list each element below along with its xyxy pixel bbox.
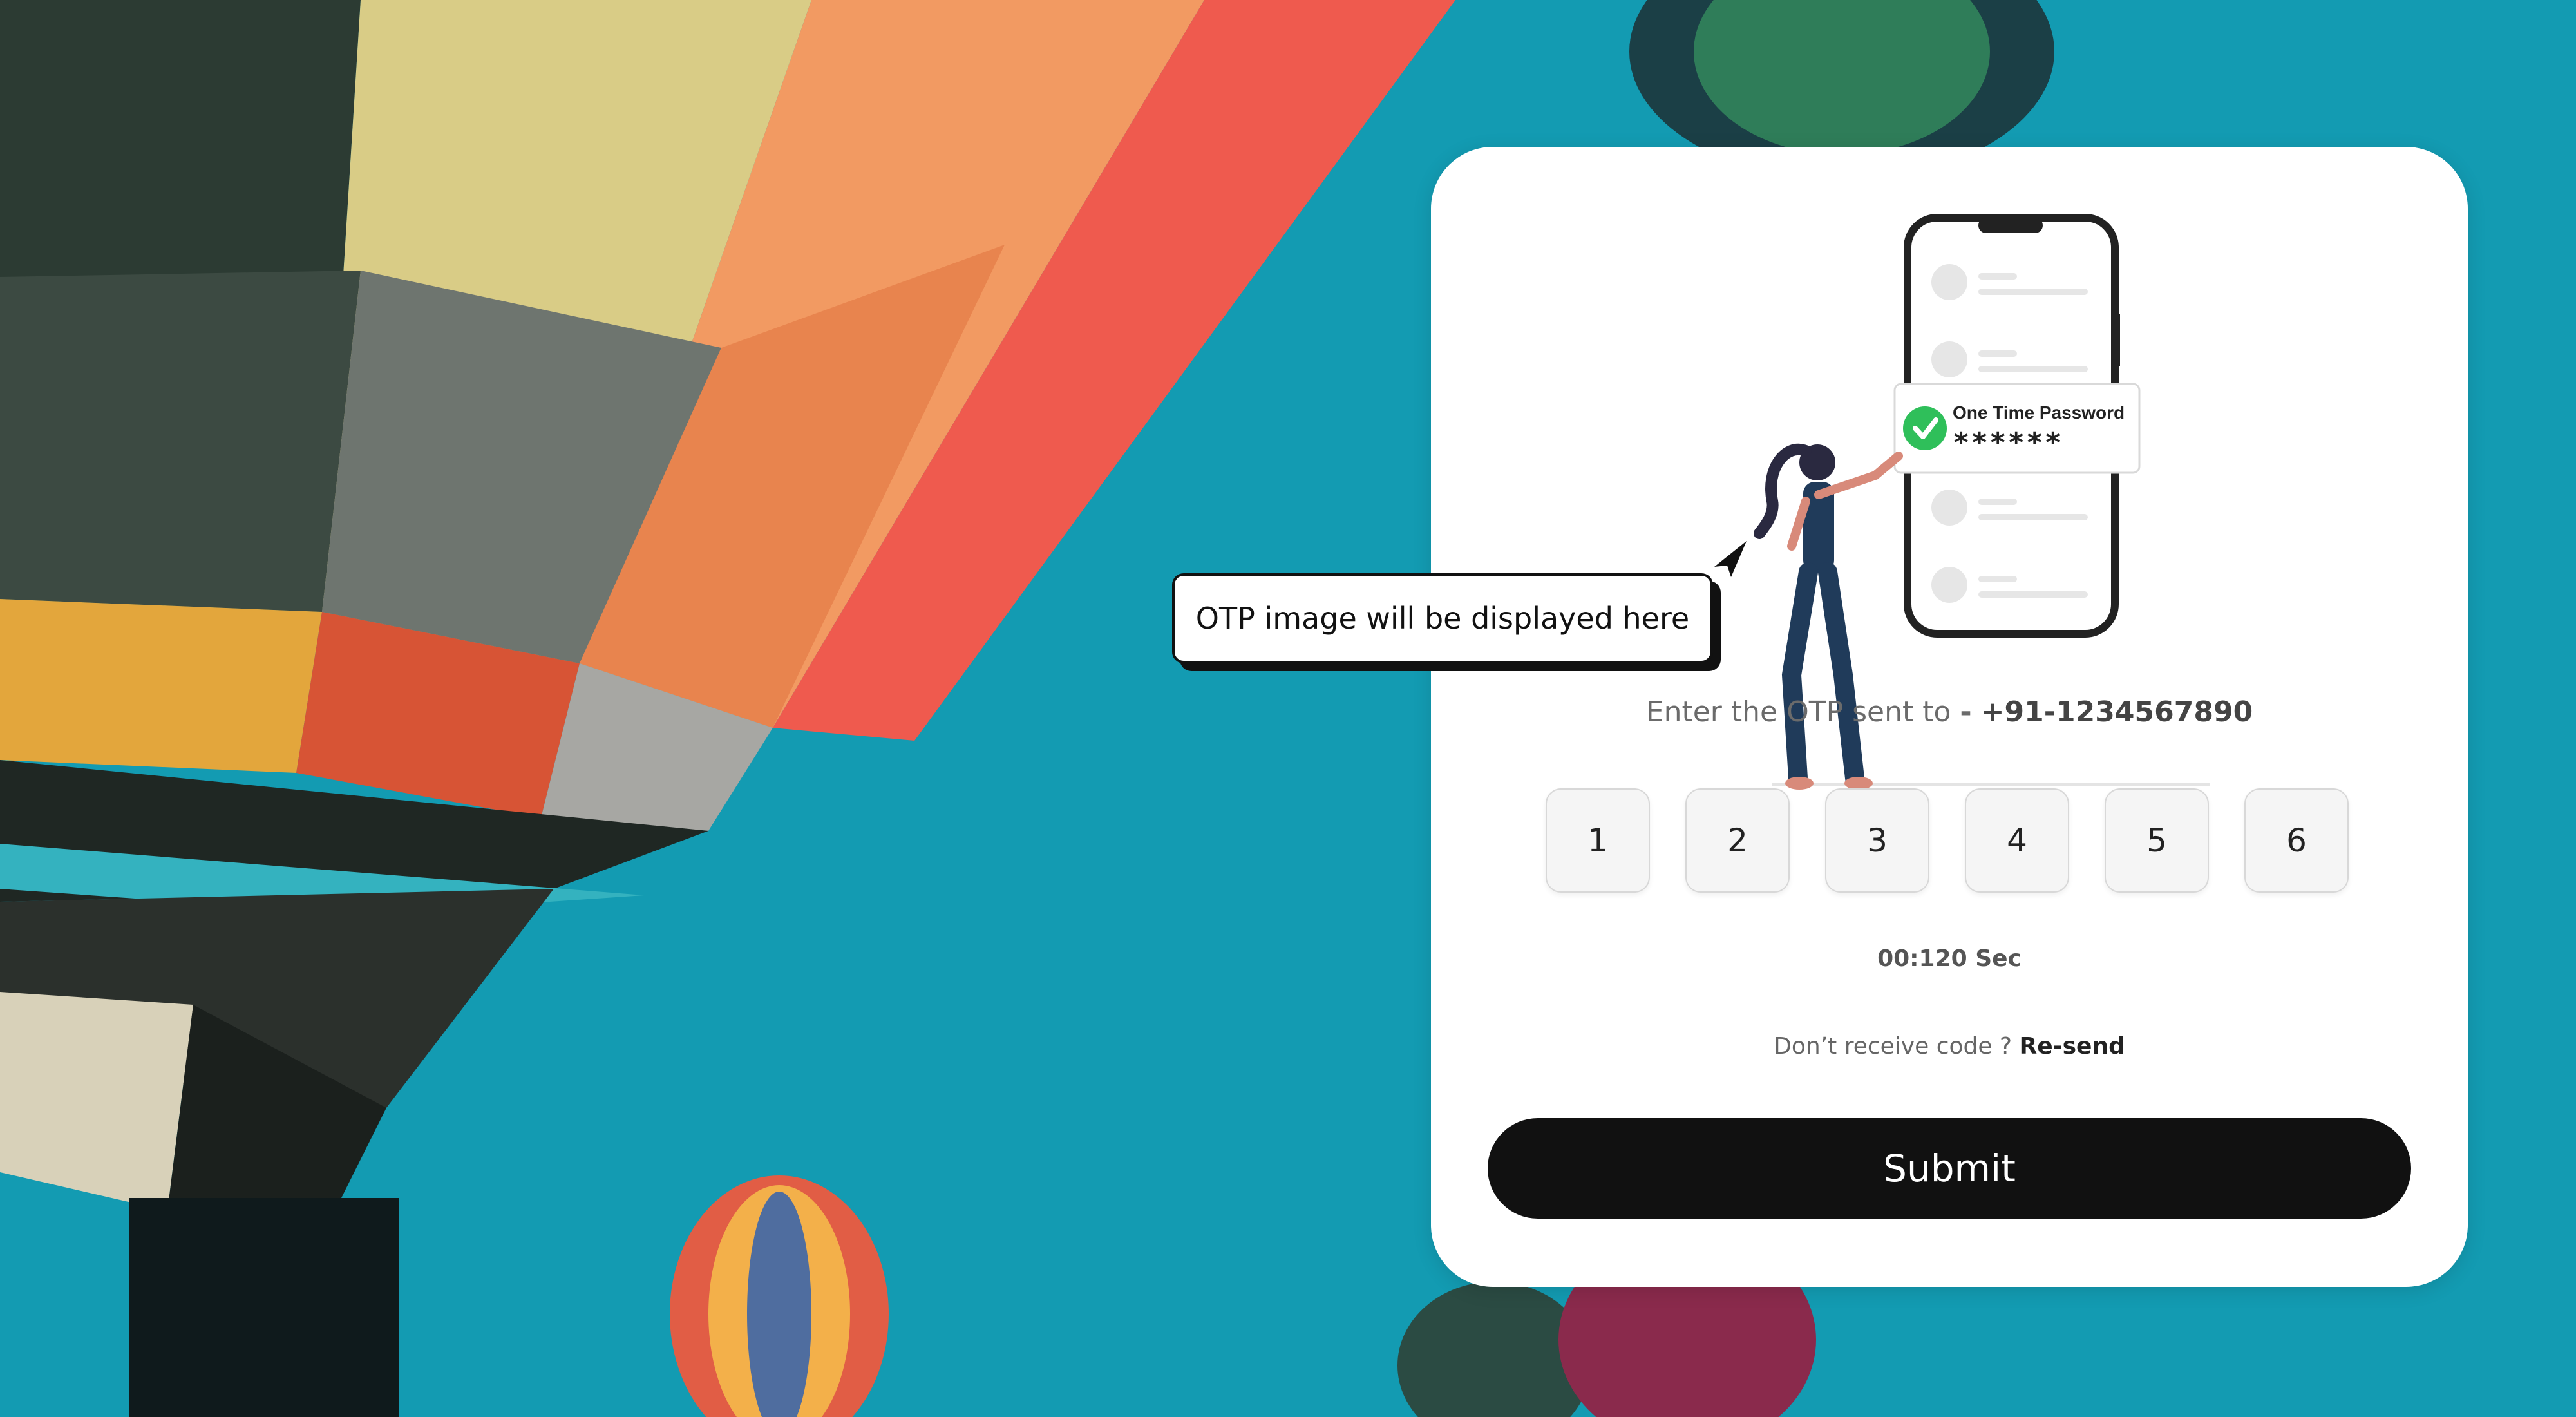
otp-digit-input-4[interactable]: 4 xyxy=(1965,788,2069,893)
otp-digit-input-5[interactable]: 5 xyxy=(2105,788,2209,893)
otp-phone-number: +91-1234567890 xyxy=(1980,696,2253,728)
resend-link[interactable]: Re-send xyxy=(2020,1033,2125,1060)
otp-popup-title: One Time Password xyxy=(1953,403,2125,423)
cursor-arrow-icon xyxy=(1714,541,1747,577)
resend-prompt: Don’t receive code ? xyxy=(1774,1033,2012,1060)
otp-digit-input-1[interactable]: 1 xyxy=(1546,788,1650,893)
otp-popup-masked: ****** xyxy=(1953,426,2063,459)
otp-digit-input-3[interactable]: 3 xyxy=(1825,788,1929,893)
resend-row: Don’t receive code ? Re-send xyxy=(1431,1033,2468,1060)
submit-button[interactable]: Submit xyxy=(1488,1118,2411,1219)
otp-prompt-separator: - xyxy=(1960,696,1972,728)
otp-digit-inputs: 1 2 3 4 5 6 xyxy=(1546,788,2351,895)
otp-digit-input-2[interactable]: 2 xyxy=(1685,788,1790,893)
otp-prompt-text: Enter the OTP sent to xyxy=(1645,696,1951,728)
otp-prompt: Enter the OTP sent to - +91-1234567890 xyxy=(1431,696,2468,728)
otp-card: One Time Password ****** Enter the OTP s… xyxy=(1431,147,2468,1287)
otp-digit-input-6[interactable]: 6 xyxy=(2244,788,2349,893)
otp-timer: 00:120 Sec xyxy=(1877,946,2022,972)
otp-image-callout: OTP image will be displayed here xyxy=(1172,573,1713,663)
